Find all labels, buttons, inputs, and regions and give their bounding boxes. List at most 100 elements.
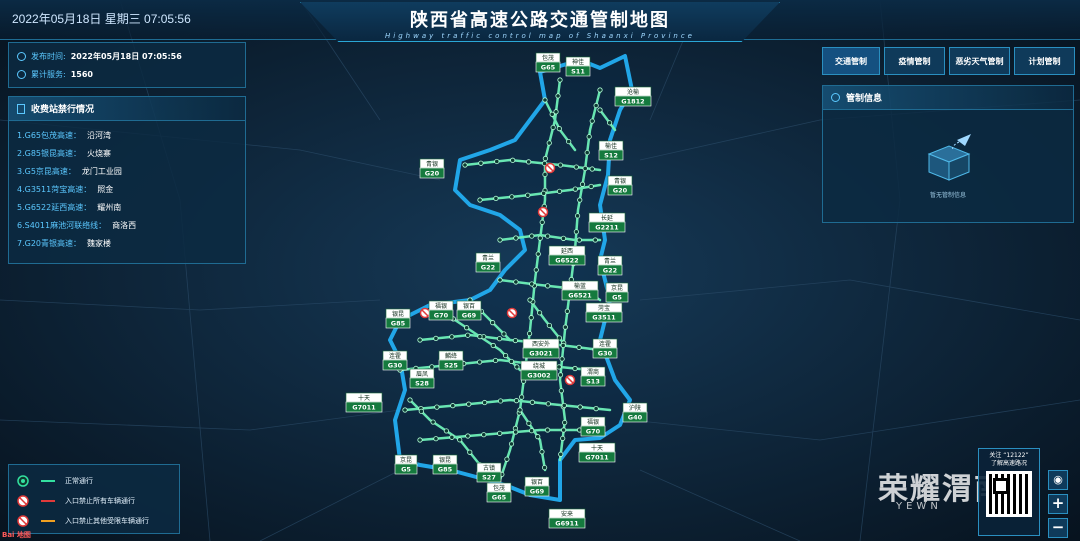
station-node[interactable] — [529, 233, 535, 239]
station-node[interactable] — [539, 449, 545, 455]
station-node[interactable] — [508, 358, 515, 365]
station-node[interactable] — [513, 235, 519, 241]
station-node[interactable] — [494, 158, 500, 165]
station-node[interactable] — [549, 111, 555, 117]
route-shield[interactable]: 福银 G70 — [428, 300, 454, 321]
station-node[interactable] — [557, 162, 564, 168]
station-node[interactable] — [555, 93, 561, 99]
station-node[interactable] — [557, 372, 564, 378]
route-shield[interactable]: 青银 G20 — [607, 175, 633, 196]
station-node[interactable] — [497, 398, 504, 404]
station-node[interactable] — [434, 404, 440, 410]
route-shield[interactable]: 银百 G69 — [456, 300, 482, 321]
station-node[interactable] — [556, 126, 562, 132]
station-node[interactable] — [493, 195, 499, 202]
station-node[interactable] — [417, 337, 423, 343]
station-node[interactable] — [528, 315, 534, 321]
qr-code-card[interactable]: 关注 “12122” 了解高速路况 — [978, 448, 1040, 536]
station-node[interactable] — [574, 213, 581, 219]
station-node[interactable] — [466, 401, 472, 407]
station-node[interactable] — [542, 97, 548, 103]
station-node[interactable] — [606, 120, 613, 126]
station-node[interactable] — [526, 159, 532, 165]
route-shield[interactable]: 延西 G6522 — [548, 245, 586, 266]
station-node[interactable] — [443, 428, 450, 434]
station-node[interactable] — [477, 334, 483, 340]
station-node[interactable] — [556, 188, 563, 194]
station-node[interactable] — [517, 407, 523, 413]
route-shield[interactable]: 安来 G6911 — [548, 508, 586, 529]
station-node[interactable] — [545, 233, 551, 239]
station-node[interactable] — [512, 337, 519, 344]
tab-traffic-control[interactable]: 交通管制 — [822, 47, 880, 75]
station-node[interactable] — [481, 432, 487, 438]
station-node[interactable] — [542, 171, 548, 178]
station-node[interactable] — [497, 237, 503, 243]
route-shield[interactable]: 神佳 S11 — [565, 56, 591, 77]
station-node[interactable] — [544, 427, 551, 433]
station-node[interactable] — [433, 436, 439, 442]
route-shield[interactable]: 包茂 G65 — [486, 482, 512, 503]
station-node[interactable] — [492, 357, 499, 364]
station-node[interactable] — [560, 235, 567, 241]
locate-button[interactable]: ◉ — [1048, 470, 1068, 490]
route-shield[interactable]: 京昆 G5 — [605, 282, 629, 303]
station-node[interactable] — [477, 197, 483, 203]
station-node[interactable] — [589, 118, 595, 124]
route-shield[interactable]: 青银 G20 — [419, 158, 445, 179]
route-shield[interactable]: 菏宝 G3511 — [585, 302, 623, 323]
station-node[interactable] — [417, 437, 423, 443]
station-node[interactable] — [497, 430, 503, 436]
tab-weather-control[interactable]: 恶劣天气管制 — [949, 47, 1010, 75]
station-node[interactable] — [593, 406, 599, 412]
station-node[interactable] — [501, 331, 507, 337]
route-shield[interactable]: 西安外 G3021 — [522, 338, 560, 359]
station-node[interactable] — [467, 449, 473, 455]
station-node[interactable] — [577, 197, 583, 203]
list-item[interactable]: 4.G3511菏宝高速： 照金 — [17, 181, 237, 199]
station-node[interactable] — [546, 140, 552, 146]
station-node[interactable] — [566, 138, 572, 145]
list-item[interactable]: 2.G85银昆高速： 火烧寨 — [17, 145, 237, 163]
station-node[interactable] — [586, 134, 592, 140]
station-node[interactable] — [560, 435, 566, 442]
route-shield[interactable]: 古镇 S27 — [476, 462, 502, 483]
route-shield[interactable]: 眉凤 S28 — [409, 368, 435, 389]
no-entry-icon[interactable] — [419, 307, 431, 319]
station-node[interactable] — [577, 404, 583, 410]
station-node[interactable] — [550, 124, 556, 131]
station-node[interactable] — [513, 429, 519, 435]
tab-planned-control[interactable]: 计划管制 — [1014, 47, 1075, 75]
station-node[interactable] — [477, 359, 483, 365]
station-node[interactable] — [545, 401, 551, 407]
station-node[interactable] — [513, 398, 520, 404]
station-node[interactable] — [478, 160, 484, 166]
station-node[interactable] — [465, 433, 471, 439]
station-node[interactable] — [529, 281, 535, 287]
station-node[interactable] — [529, 399, 536, 405]
station-node[interactable] — [497, 277, 503, 283]
station-node[interactable] — [593, 102, 599, 109]
no-entry-icon[interactable] — [506, 307, 518, 319]
station-node[interactable] — [564, 308, 570, 314]
station-node[interactable] — [490, 320, 496, 326]
station-node[interactable] — [504, 456, 510, 462]
station-node[interactable] — [541, 464, 548, 471]
list-item[interactable]: 7.G20青银高速： 魏家楼 — [17, 235, 237, 253]
route-shield[interactable]: 京昆 G5 — [394, 454, 418, 475]
zoom-out-button[interactable]: − — [1048, 518, 1068, 538]
station-node[interactable] — [407, 397, 413, 403]
route-shield[interactable]: 福银 G70 — [580, 416, 606, 437]
station-node[interactable] — [557, 77, 563, 83]
station-node[interactable] — [508, 441, 515, 447]
station-node[interactable] — [559, 356, 565, 362]
no-entry-icon[interactable] — [564, 374, 576, 386]
station-node[interactable] — [535, 434, 541, 440]
route-shield[interactable]: 青兰 G22 — [475, 252, 501, 273]
station-node[interactable] — [584, 149, 590, 156]
station-node[interactable] — [525, 192, 531, 198]
station-node[interactable] — [558, 388, 564, 394]
route-shield[interactable]: 十天 G7011 — [345, 392, 383, 413]
station-node[interactable] — [572, 365, 578, 372]
route-shield[interactable]: 沪陕 G40 — [622, 402, 648, 423]
